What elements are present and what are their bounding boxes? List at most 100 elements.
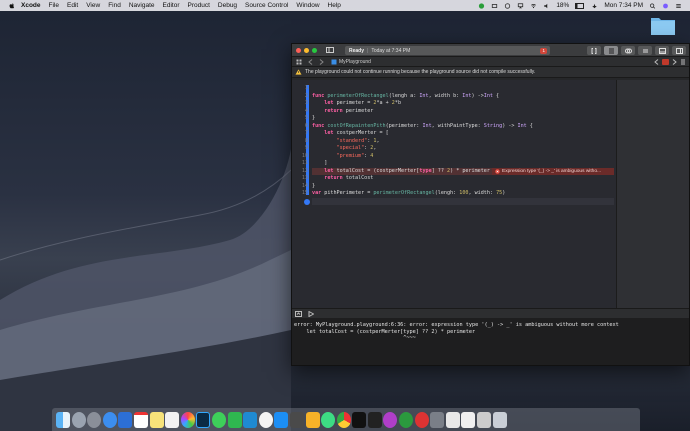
menu-navigate[interactable]: Navigate [129, 2, 155, 9]
facetime-icon[interactable] [227, 411, 242, 428]
siri-icon[interactable] [662, 3, 669, 9]
related-items-button[interactable] [295, 58, 303, 65]
launchpad-icon[interactable] [71, 411, 86, 428]
code-line[interactable]: 13 return totalCost [302, 175, 614, 183]
menu-view[interactable]: View [86, 2, 100, 9]
calendar-icon[interactable] [133, 411, 148, 428]
input-source-icon[interactable] [591, 3, 598, 9]
torrent-status-icon[interactable] [478, 2, 485, 9]
issue-indicator-icon[interactable] [662, 58, 669, 65]
preview-icon[interactable] [445, 411, 460, 428]
menu-help[interactable]: Help [328, 2, 341, 9]
intellij-icon[interactable] [352, 411, 367, 428]
zoom-window-button[interactable] [312, 47, 317, 53]
code-line[interactable]: 6 func costOfRepaintenPith(perimeter: Int… [305, 123, 614, 131]
code-line[interactable]: 8 "standerd": 1, [305, 138, 614, 146]
photoshop-icon[interactable] [196, 411, 211, 428]
code-line[interactable]: 4 return perimeter [305, 108, 614, 116]
clock[interactable]: Mon 7:34 PM [604, 2, 643, 9]
scrivener-icon[interactable] [414, 411, 429, 428]
downloads-stack-icon[interactable] [477, 411, 492, 428]
close-window-button[interactable] [296, 47, 301, 53]
toggle-debug-area-button[interactable] [655, 46, 669, 55]
console-output[interactable]: error: MyPlayground.playground:6:36: err… [292, 318, 689, 365]
battery-icon[interactable] [575, 2, 585, 9]
trash-icon[interactable] [492, 411, 507, 428]
standard-editor-button[interactable] [604, 46, 618, 55]
menu-file[interactable]: File [49, 2, 59, 9]
preferences-icon[interactable] [430, 411, 445, 428]
code-line-current[interactable] [304, 197, 614, 205]
library-button[interactable] [587, 46, 601, 55]
reminders-icon[interactable] [165, 411, 180, 428]
screenshot-icon[interactable] [461, 411, 476, 428]
notification-center-icon[interactable] [675, 3, 682, 9]
code-line[interactable]: 7 let costperMerter = [ [305, 130, 614, 138]
notes-icon[interactable] [149, 411, 164, 428]
toggle-inspector-button[interactable] [672, 46, 686, 55]
code-line[interactable]: 15 var pithPerimeter = perimeterOfRectang… [302, 190, 614, 198]
sublime-icon[interactable] [289, 411, 304, 428]
code-line[interactable]: 9 "special": 2, [305, 145, 614, 153]
appstore-icon[interactable] [274, 411, 289, 428]
back-button[interactable] [306, 58, 314, 65]
battery-percent[interactable]: 18% [556, 2, 569, 9]
compass-icon[interactable] [87, 411, 102, 428]
arrows-icon [642, 49, 648, 52]
code-line[interactable]: 5} [305, 115, 614, 123]
menu-product[interactable]: Product [187, 2, 209, 9]
menu-edit[interactable]: Edit [67, 2, 78, 9]
editor-options-icon[interactable] [680, 59, 686, 65]
code-line[interactable]: 14} [302, 183, 614, 191]
search-icon[interactable] [649, 3, 656, 9]
apple-icon[interactable] [8, 2, 16, 10]
menu-window[interactable]: Window [296, 2, 319, 9]
code-line[interactable]: 11 ] [302, 160, 614, 168]
code-line[interactable]: 3 let perimeter = 2*a + 2*b [305, 100, 614, 108]
play-icon[interactable] [308, 310, 314, 317]
cr-icon[interactable] [383, 411, 398, 428]
inline-error-message[interactable]: Expression type '(_) -> _' is ambiguous … [492, 167, 614, 175]
volume-icon[interactable] [543, 3, 550, 9]
version-editor-button[interactable] [638, 46, 652, 55]
photos-icon[interactable] [180, 411, 195, 428]
minimize-window-button[interactable] [304, 47, 309, 53]
xcode-icon[interactable] [118, 411, 133, 428]
chevron-left-icon[interactable] [654, 58, 659, 65]
android-studio-icon[interactable] [321, 411, 336, 428]
menu-debug[interactable]: Debug [218, 2, 237, 9]
source-editor[interactable]: 1 2 func perimeterOfRectangel(lengh a: In… [292, 80, 689, 308]
error-count-badge[interactable]: 1 [540, 47, 547, 54]
wifi-icon[interactable] [530, 3, 537, 9]
clock-status-icon[interactable] [504, 2, 511, 9]
hide-debug-area-icon[interactable] [295, 310, 302, 317]
menu-editor[interactable]: Editor [163, 2, 180, 9]
status-glyph-icon[interactable] [491, 3, 498, 9]
run-line-icon[interactable] [304, 198, 310, 205]
vscode-icon[interactable] [243, 411, 258, 428]
code-line[interactable]: 10 "premium": 4 [302, 153, 614, 161]
code-line-error[interactable]: 12 let totalCost = (costperMerter[type] … [302, 167, 614, 175]
sketch-icon[interactable] [305, 411, 320, 428]
code-line[interactable]: 2 func perimeterOfRectangel(lengh a: Int,… [305, 93, 614, 101]
menu-app-name[interactable]: Xcode [21, 2, 41, 9]
desktop-folder-icon[interactable] [650, 14, 676, 36]
code-line[interactable]: 1 [305, 85, 614, 93]
music-icon[interactable] [258, 411, 273, 428]
menu-find[interactable]: Find [108, 2, 121, 9]
forward-button[interactable] [317, 58, 325, 65]
chrome-icon[interactable] [336, 411, 351, 428]
torrent-icon[interactable] [399, 411, 414, 428]
safari-icon[interactable] [102, 411, 117, 428]
assistant-editor-button[interactable] [621, 46, 635, 55]
terminal-icon[interactable] [367, 411, 382, 428]
chevron-right-icon[interactable] [672, 58, 677, 65]
breadcrumb[interactable]: MyPlayground [331, 59, 371, 65]
breadcrumb-file[interactable]: MyPlayground [339, 59, 371, 65]
cast-icon[interactable] [517, 2, 524, 9]
code-area[interactable]: 1 2 func perimeterOfRectangel(lengh a: In… [302, 85, 614, 205]
menu-source-control[interactable]: Source Control [245, 2, 288, 9]
toggle-navigator-button[interactable] [325, 47, 334, 54]
finder-icon[interactable] [56, 411, 70, 428]
messages-icon[interactable] [211, 411, 226, 428]
